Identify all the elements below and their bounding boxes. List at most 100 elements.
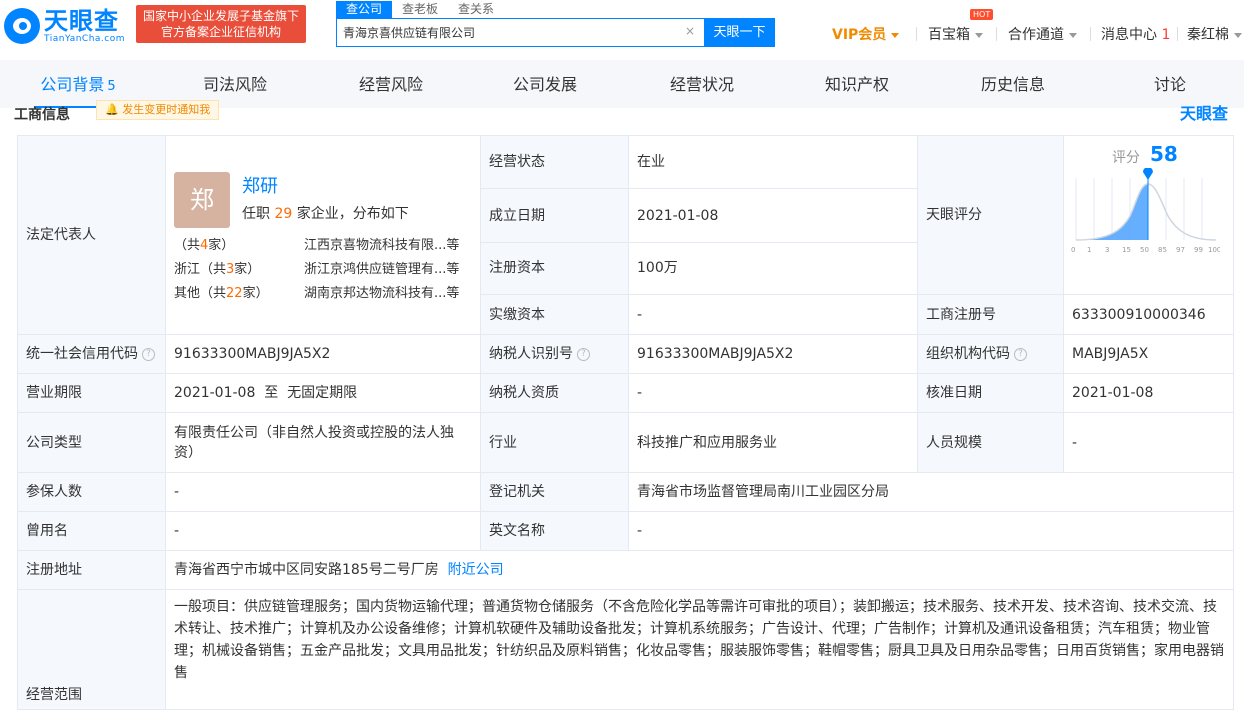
score-cell: 评分 58 0 1 3 15 50 85 97 99 100	[1063, 135, 1234, 295]
former-name-label: 曾用名	[17, 511, 166, 551]
hot-badge: HOT	[970, 9, 994, 20]
top-header: 天眼查 TianYanCha.com 国家中小企业发展子基金旗下 官方备案企业征…	[0, 0, 1244, 60]
insured-label: 参保人数	[17, 472, 166, 512]
tick-label: 50	[1140, 246, 1149, 254]
status-value: 在业	[628, 134, 918, 190]
company-distribution: （共4家） 江西京喜物流科技有限...等 浙江（共3家） 浙江京鸿供应链管理有.…	[174, 234, 472, 310]
org-code-value: MABJ9JA5X	[1063, 334, 1234, 374]
business-scope-label: 经营范围	[17, 589, 166, 710]
help-icon[interactable]: ?	[1014, 347, 1027, 361]
org-code-label: 组织机构代码?	[917, 334, 1064, 374]
approve-date-label: 核准日期	[917, 373, 1064, 413]
divider	[1090, 27, 1091, 41]
vip-menu[interactable]: VIP会员	[832, 24, 900, 44]
former-name-value: -	[165, 511, 481, 551]
address-cell: 青海省西宁市城中区同安路185号二号厂房 附近公司	[165, 550, 1234, 590]
list-item[interactable]: 其他（共22家） 湖南京邦达物流科技有...等	[174, 284, 472, 304]
brand-watermark: 天眼查	[1179, 104, 1228, 123]
logo-text: 天眼查	[44, 6, 119, 35]
section-title: 工商信息	[14, 107, 70, 123]
authority-value: 青海省市场监督管理局南川工业园区分局	[628, 472, 1234, 512]
clear-icon[interactable]: ×	[685, 24, 695, 38]
business-scope-cell: 一般项目：供应链管理服务；国内货物运输代理；普通货物仓储服务（不含危险化学品等需…	[165, 589, 1234, 710]
score-value: 58	[1150, 142, 1178, 166]
logo[interactable]: 天眼查 TianYanCha.com	[4, 8, 125, 44]
industry-value: 科技推广和应用服务业	[628, 412, 918, 473]
tab-search-relation[interactable]: 查关系	[448, 1, 504, 18]
tax-qualification-value: -	[628, 373, 918, 413]
change-notify-button[interactable]: 🔔 发生变更时通知我	[96, 100, 220, 120]
english-name-label: 英文名称	[480, 511, 629, 551]
address-value: 青海省西宁市城中区同安路185号二号厂房	[174, 562, 439, 578]
coop-menu[interactable]: 合作通道	[1008, 24, 1077, 44]
tab-intellectual-property[interactable]: 知识产权	[812, 60, 902, 108]
user-menu[interactable]: 秦红棉	[1187, 24, 1242, 44]
tab-operation-status[interactable]: 经营状况	[657, 60, 747, 108]
tax-id-label: 纳税人识别号?	[480, 334, 629, 374]
tick-label: 0	[1071, 246, 1075, 254]
tax-qualification-label: 纳税人资质	[480, 373, 629, 413]
chevron-down-icon	[975, 32, 983, 38]
tick-label: 97	[1176, 246, 1185, 254]
term-value: 2021-01-08 至 无固定期限	[165, 373, 481, 413]
score-title: 评分	[1112, 150, 1140, 166]
address-label: 注册地址	[17, 550, 166, 590]
list-item[interactable]: （共4家） 江西京喜物流科技有限...等	[174, 236, 472, 256]
tab-history[interactable]: 历史信息	[968, 60, 1058, 108]
nearby-companies-link[interactable]: 附近公司	[448, 562, 504, 578]
capital-value: 100万	[628, 241, 918, 296]
credit-code-value: 91633300MABJ9JA5X2	[165, 334, 481, 374]
business-info-table: 法定代表人 郑 郑研 任职 29 家企业，分布如下 （共4家） 江西京喜物流科技…	[17, 134, 1234, 710]
search-button[interactable]: 天眼一下	[704, 18, 775, 47]
authority-label: 登记机关	[480, 472, 629, 512]
industry-label: 行业	[480, 412, 629, 473]
list-item[interactable]: 浙江（共3家） 浙江京鸿供应链管理有...等	[174, 260, 472, 280]
tick-label: 15	[1122, 246, 1131, 254]
tick-label: 3	[1105, 246, 1109, 254]
insured-value: -	[165, 472, 481, 512]
legal-rep-summary: 任职 29 家企业，分布如下	[242, 206, 409, 222]
search-input-value[interactable]: 青海京喜供应链有限公司	[343, 24, 475, 41]
score-distribution-chart: 0 1 3 15 50 85 97 99 100	[1071, 168, 1220, 254]
staff-size-value: -	[1063, 412, 1234, 473]
message-center[interactable]: 消息中心 1	[1101, 24, 1170, 44]
divider	[916, 27, 917, 41]
reg-no-label: 工商注册号	[917, 294, 1064, 335]
logo-domain: TianYanCha.com	[44, 33, 126, 44]
search-input[interactable]: 青海京喜供应链有限公司 ×	[336, 18, 706, 47]
paid-capital-label: 实缴资本	[480, 294, 629, 335]
eye-logo-icon	[4, 8, 40, 44]
tab-search-boss[interactable]: 查老板	[392, 1, 448, 18]
legal-rep-cell: 郑 郑研 任职 29 家企业，分布如下 （共4家） 江西京喜物流科技有限...等…	[165, 135, 481, 335]
baibao-menu[interactable]: 百宝箱	[928, 24, 983, 44]
tax-id-value: 91633300MABJ9JA5X2	[628, 334, 918, 374]
business-scope-value: 一般项目：供应链管理服务；国内货物运输代理；普通货物仓储服务（不含危险化学品等需…	[174, 599, 1224, 681]
legal-rep-name[interactable]: 郑研	[242, 177, 278, 197]
paid-capital-value: -	[628, 294, 918, 335]
capital-label: 注册资本	[480, 241, 629, 296]
tab-search-company[interactable]: 查公司	[336, 1, 393, 18]
approve-date-value: 2021-01-08	[1063, 373, 1234, 413]
chevron-down-icon	[1069, 32, 1077, 38]
help-icon[interactable]: ?	[577, 347, 590, 361]
tab-count: 5	[107, 79, 116, 94]
legal-rep-label: 法定代表人	[17, 135, 166, 335]
reg-no-value: 633300910000346	[1063, 294, 1234, 335]
company-type-value: 有限责任公司（非自然人投资或控股的法人独资）	[165, 412, 481, 473]
pin-icon	[1143, 168, 1153, 180]
search-tabs: 查公司 查老板 查关系	[336, 1, 504, 18]
chevron-down-icon	[891, 32, 900, 38]
found-date-value: 2021-01-08	[628, 188, 918, 243]
tick-label: 85	[1158, 246, 1167, 254]
tab-company-development[interactable]: 公司发展	[500, 60, 590, 108]
divider	[996, 27, 997, 41]
chevron-down-icon	[1234, 32, 1242, 38]
tick-label: 1	[1087, 246, 1091, 254]
staff-size-label: 人员规模	[917, 412, 1064, 473]
divider	[1177, 27, 1178, 41]
tab-operation-risk[interactable]: 经营风险	[346, 60, 436, 108]
help-icon[interactable]: ?	[142, 347, 155, 361]
message-count: 1	[1161, 27, 1171, 43]
company-type-label: 公司类型	[17, 412, 166, 473]
avatar[interactable]: 郑	[174, 172, 230, 228]
